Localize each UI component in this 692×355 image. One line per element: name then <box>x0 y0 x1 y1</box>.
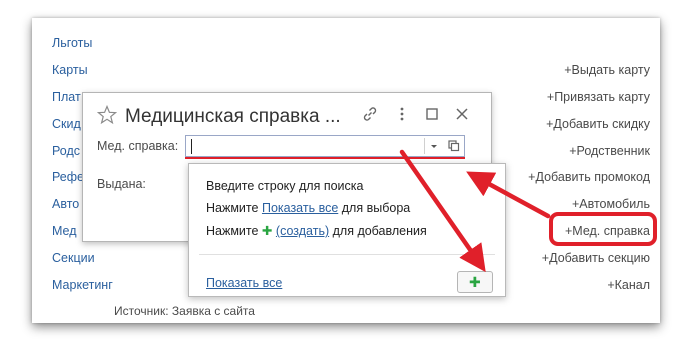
annotation-highlight-box <box>549 212 657 246</box>
star-icon[interactable] <box>97 105 117 125</box>
link-icon[interactable] <box>361 105 379 123</box>
form-area: Льготы Карты Плат Скид Родс Рефе Авто Ме… <box>32 18 660 323</box>
add-promo-link[interactable]: +Добавить промокод <box>528 170 650 184</box>
bind-card-link[interactable]: +Привязать карту <box>547 90 650 104</box>
link-cars[interactable]: Авто <box>52 197 79 211</box>
input-underline <box>185 157 465 159</box>
add-channel-link[interactable]: +Канал <box>607 278 650 292</box>
open-icon[interactable] <box>442 136 464 156</box>
show-all-inline-link[interactable]: Показать все <box>262 201 338 215</box>
close-icon[interactable] <box>453 105 471 123</box>
dropdown-hint-search: Введите строку для поиска <box>206 179 364 193</box>
medical-cert-label: Мед. справка: <box>97 139 179 153</box>
link-payments[interactable]: Плат <box>52 90 81 104</box>
create-link[interactable]: (создать) <box>276 224 329 238</box>
hint-for-select-label: для выбора <box>341 201 411 215</box>
more-menu-icon[interactable] <box>393 105 411 123</box>
add-car-link[interactable]: +Автомобиль <box>572 197 650 211</box>
link-cards[interactable]: Карты <box>52 63 88 77</box>
dialog-title: Медицинская справка ... <box>125 106 341 127</box>
dropdown-hint-create: Нажмите ✚ (создать) для добавления <box>206 223 427 238</box>
hint-for-add-label: для добавления <box>332 224 427 238</box>
chevron-down-icon[interactable] <box>424 138 442 154</box>
source-label: Источник: Заявка с сайта <box>114 304 255 318</box>
autocomplete-dropdown: Введите строку для поиска Нажмите Показа… <box>188 163 506 297</box>
issue-card-link[interactable]: +Выдать карту <box>564 63 650 77</box>
add-section-link[interactable]: +Добавить секцию <box>542 251 650 265</box>
add-discount-link[interactable]: +Добавить скидку <box>546 117 650 131</box>
add-relative-link[interactable]: +Родственник <box>569 144 650 158</box>
issued-label: Выдана: <box>97 177 146 191</box>
plus-icon: ✚ <box>261 224 273 238</box>
link-benefits[interactable]: Льготы <box>52 36 92 50</box>
add-button[interactable]: ✚ <box>457 271 493 293</box>
dropdown-hint-show-all: Нажмите Показать все для выбора <box>206 201 410 215</box>
link-sections[interactable]: Секции <box>52 251 95 265</box>
link-relatives[interactable]: Родс <box>52 144 80 158</box>
divider <box>199 254 495 255</box>
link-referrals[interactable]: Рефе <box>52 170 84 184</box>
show-all-link[interactable]: Показать все <box>206 276 282 290</box>
screenshot-frame: Льготы Карты Плат Скид Родс Рефе Авто Ме… <box>0 0 692 355</box>
link-discounts[interactable]: Скид <box>52 117 81 131</box>
link-marketing[interactable]: Маркетинг <box>52 278 113 292</box>
plus-icon: ✚ <box>469 274 481 290</box>
text-caret <box>191 139 192 154</box>
link-medical[interactable]: Мед <box>52 224 77 238</box>
maximize-icon[interactable] <box>423 105 441 123</box>
hint-press-label-2: Нажмите <box>206 224 259 238</box>
medical-cert-input[interactable] <box>185 135 465 157</box>
hint-press-label: Нажмите <box>206 201 259 215</box>
